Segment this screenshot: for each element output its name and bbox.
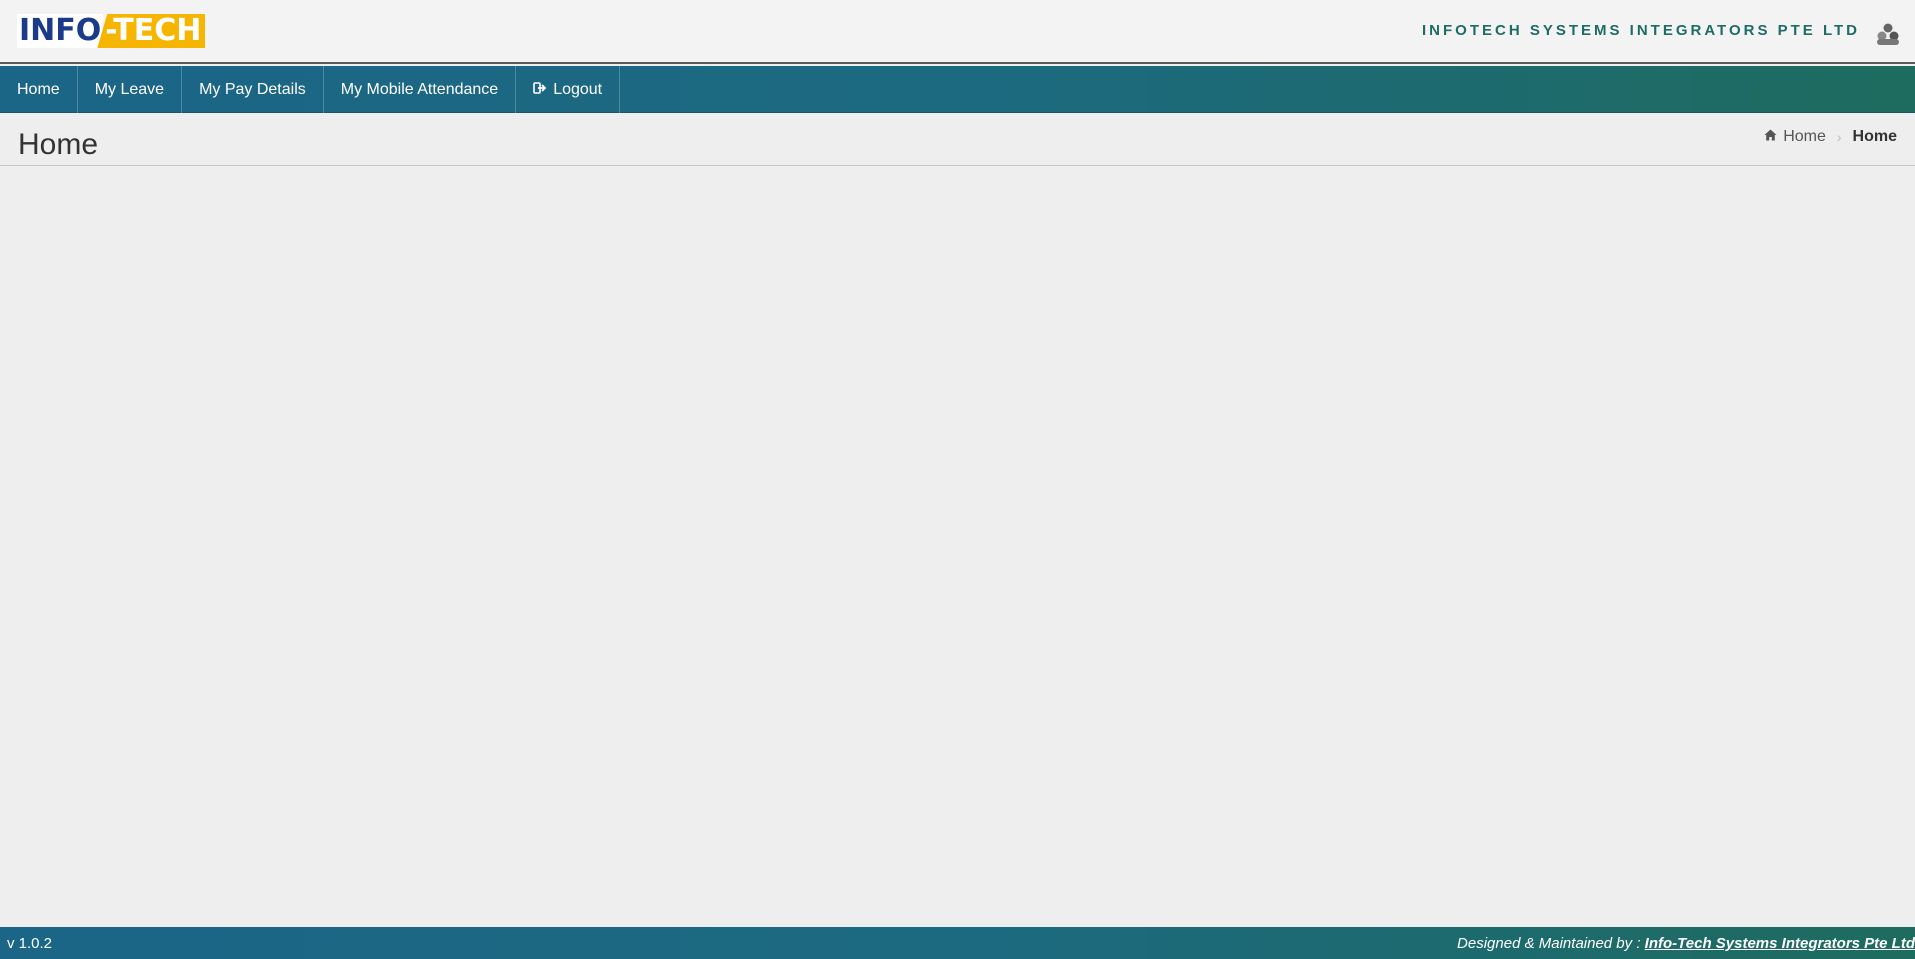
breadcrumb-current: Home xyxy=(1852,128,1897,145)
nav-item-label: Home xyxy=(17,80,60,98)
main-content xyxy=(0,167,1915,927)
nav-item-label: My Mobile Attendance xyxy=(340,80,499,98)
version-label: v 1.0.2 xyxy=(7,935,53,952)
logo-text-info: INFO xyxy=(17,13,104,48)
nav-item-my-pay-details[interactable]: My Pay Details xyxy=(182,66,324,113)
company-logo[interactable]: INFO -TECH xyxy=(17,13,206,48)
breadcrumb-home-link[interactable]: Home xyxy=(1764,128,1826,146)
home-icon xyxy=(1764,128,1783,146)
logo-text-tech: -TECH xyxy=(97,14,206,48)
nav-item-home[interactable]: Home xyxy=(0,66,78,113)
company-name: INFOTECH SYSTEMS INTEGRATORS PTE LTD xyxy=(1421,22,1860,39)
credit-prefix: Designed & Maintained by : xyxy=(1457,935,1645,952)
chevron-right-icon: › xyxy=(1836,129,1842,145)
nav-item-logout[interactable]: Logout xyxy=(516,66,621,113)
top-header: INFO -TECH INFOTECH SYSTEMS INTEGRATORS … xyxy=(0,0,1915,64)
breadcrumb: Home › Home xyxy=(1764,128,1897,146)
nav-item-label: My Pay Details xyxy=(199,80,306,98)
breadcrumb-home-label: Home xyxy=(1783,128,1826,145)
nav-item-label: Logout xyxy=(553,80,603,98)
sign-out-icon xyxy=(533,81,553,99)
credit-link[interactable]: Info-Tech Systems Integrators Pte Ltd xyxy=(1645,935,1915,952)
users-icon[interactable] xyxy=(1875,22,1901,46)
page-title: Home xyxy=(18,128,99,161)
footer-credit: Designed & Maintained by : Info-Tech Sys… xyxy=(1457,935,1915,952)
nav-item-label: My Leave xyxy=(94,80,165,98)
page-header: Home Home › Home xyxy=(0,114,1915,166)
main-navbar: Home My Leave My Pay Details My Mobile A… xyxy=(0,66,1915,113)
nav-item-my-mobile-attendance[interactable]: My Mobile Attendance xyxy=(324,66,517,113)
footer: v 1.0.2 Designed & Maintained by : Info-… xyxy=(0,927,1915,959)
nav-item-my-leave[interactable]: My Leave xyxy=(78,66,183,113)
